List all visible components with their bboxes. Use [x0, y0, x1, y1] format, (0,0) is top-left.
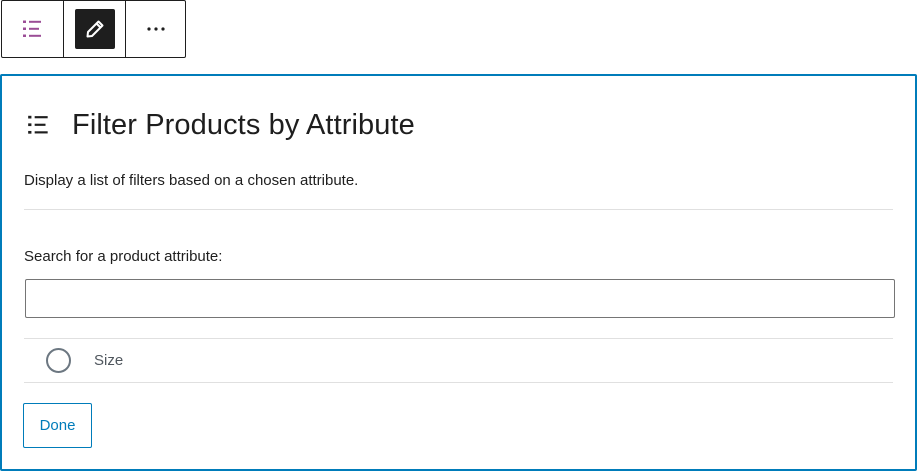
divider — [24, 382, 893, 383]
placeholder-description: Display a list of filters based on a cho… — [24, 172, 359, 189]
edit-button[interactable] — [63, 1, 125, 57]
divider — [24, 209, 893, 210]
attribute-search-input[interactable] — [25, 279, 895, 318]
block-placeholder: Filter Products by Attribute Display a l… — [0, 74, 917, 471]
radio-button[interactable] — [46, 348, 71, 373]
more-horizontal-icon — [146, 27, 165, 31]
list-icon — [26, 112, 52, 138]
edit-button-active-bg — [74, 9, 115, 49]
block-type-button[interactable] — [2, 1, 63, 57]
attribute-option-size[interactable]: Size — [24, 339, 893, 382]
block-toolbar — [1, 0, 186, 58]
attribute-option-label: Size — [94, 352, 124, 369]
block-editor-canvas: Filter Products by Attribute Display a l… — [0, 0, 917, 472]
done-button[interactable]: Done — [23, 403, 92, 448]
pencil-icon — [86, 20, 103, 38]
placeholder-header: Filter Products by Attribute — [26, 108, 415, 142]
search-label: Search for a product attribute: — [24, 248, 223, 265]
placeholder-title: Filter Products by Attribute — [72, 109, 415, 141]
list-icon — [22, 20, 41, 37]
more-options-button[interactable] — [125, 1, 185, 57]
